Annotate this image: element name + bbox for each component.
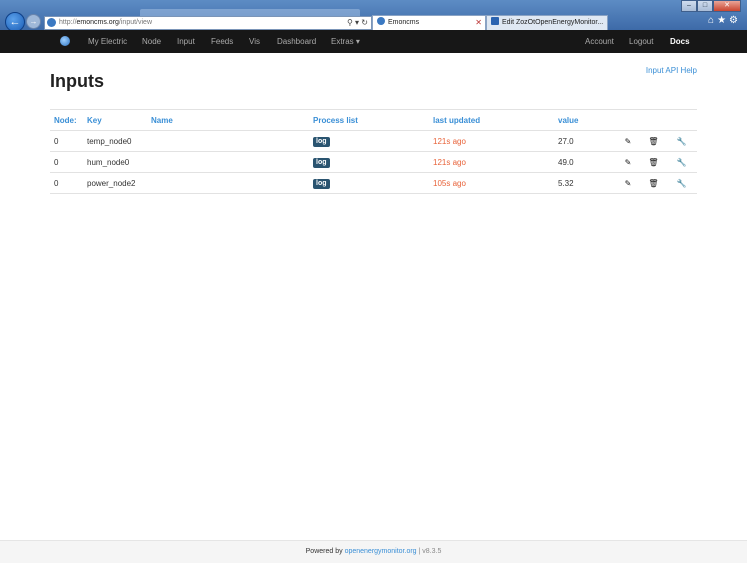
tab-label: Edit ZozOtOpenEnergyMonitor... <box>502 19 604 26</box>
gear-icon[interactable]: ⚙ <box>729 15 741 26</box>
nav-my-electric[interactable]: My Electric <box>88 30 127 53</box>
header-node[interactable]: Node: <box>50 109 83 131</box>
nav-account[interactable]: Account <box>585 30 614 53</box>
table-row: 0 power_node2 log 105s ago 5.32 ✎ 🗑 🔧 <box>50 172 697 194</box>
cell-process-list: log <box>309 172 429 194</box>
trash-icon[interactable]: 🗑 <box>641 151 666 173</box>
cell-process-list: log <box>309 130 429 152</box>
page-title: Inputs <box>50 71 104 91</box>
pencil-icon[interactable]: ✎ <box>615 130 641 152</box>
pencil-icon[interactable]: ✎ <box>615 172 641 194</box>
process-log-badge[interactable]: log <box>313 178 330 189</box>
header-key[interactable]: Key <box>83 109 147 131</box>
nav-input[interactable]: Input <box>177 30 195 53</box>
nav-logout[interactable]: Logout <box>629 30 653 53</box>
cell-value: 5.32 <box>554 172 615 194</box>
footer-version: | v8.3.5 <box>416 548 442 555</box>
cell-value: 49.0 <box>554 151 615 173</box>
header-process-list[interactable]: Process list <box>309 109 429 131</box>
back-arrow-icon[interactable]: ← <box>5 12 25 32</box>
nav-node[interactable]: Node <box>142 30 161 53</box>
cell-last-updated: 121s ago <box>429 151 554 173</box>
nav-docs[interactable]: Docs <box>670 30 690 53</box>
page-footer: Powered by openenergymonitor.org | v8.3.… <box>0 540 747 563</box>
nav-dashboard[interactable]: Dashboard <box>277 30 316 53</box>
top-navbar: My Electric Node Input Feeds Vis Dashboa… <box>0 30 747 53</box>
nav-vis[interactable]: Vis <box>249 30 260 53</box>
cell-key: temp_node0 <box>83 130 147 152</box>
cell-name <box>147 172 309 194</box>
site-favicon-icon <box>47 18 56 27</box>
cell-value: 27.0 <box>554 130 615 152</box>
wrench-icon[interactable]: 🔧 <box>666 130 697 152</box>
table-row: 0 temp_node0 log 121s ago 27.0 ✎ 🗑 🔧 <box>50 130 697 152</box>
browser-tool-icons: ⌂★⚙ <box>708 15 741 26</box>
maximize-button[interactable]: □ <box>697 0 713 12</box>
tab-emoncms[interactable]: Emoncms ✕ <box>372 15 486 30</box>
cell-key: power_node2 <box>83 172 147 194</box>
browser-chrome: – □ ✕ ← → http://emoncms.org/input/view … <box>0 0 747 32</box>
footer-prefix: Powered by <box>305 548 345 555</box>
table-header-row: Node: Key Name Process list last updated… <box>50 109 697 131</box>
cell-node: 0 <box>50 172 83 194</box>
header-name[interactable]: Name <box>147 109 309 131</box>
minimize-button[interactable]: – <box>681 0 697 12</box>
address-url: http://emoncms.org/input/view <box>59 19 152 26</box>
nav-extras-label: Extras <box>331 37 354 46</box>
nav-extras[interactable]: Extras ▾ <box>331 30 360 53</box>
cell-last-updated: 121s ago <box>429 130 554 152</box>
star-icon[interactable]: ★ <box>717 15 729 26</box>
emoncms-logo-icon[interactable] <box>60 36 70 46</box>
table-row: 0 hum_node0 log 121s ago 49.0 ✎ 🗑 🔧 <box>50 151 697 173</box>
footer-org-link[interactable]: openenergymonitor.org <box>345 548 417 555</box>
cell-name <box>147 151 309 173</box>
close-tab-icon[interactable]: ✕ <box>475 16 482 29</box>
input-api-help-link[interactable]: Input API Help <box>646 66 697 75</box>
process-log-badge[interactable]: log <box>313 136 330 147</box>
tab-edit[interactable]: Edit ZozOtOpenEnergyMonitor... <box>486 15 608 30</box>
process-log-badge[interactable]: log <box>313 157 330 168</box>
inputs-table: Node: Key Name Process list last updated… <box>50 109 697 194</box>
wrench-icon[interactable]: 🔧 <box>666 151 697 173</box>
cell-process-list: log <box>309 151 429 173</box>
tab-favicon-icon <box>491 17 499 25</box>
cell-node: 0 <box>50 151 83 173</box>
caret-down-icon: ▾ <box>355 37 360 46</box>
forward-arrow-icon[interactable]: → <box>26 14 41 29</box>
header-value[interactable]: value <box>554 109 615 131</box>
pencil-icon[interactable]: ✎ <box>615 151 641 173</box>
search-icon[interactable]: ⚲ <box>347 18 353 27</box>
cell-node: 0 <box>50 130 83 152</box>
address-tools[interactable]: ⚲ ▾ ↻ <box>347 17 368 28</box>
cell-last-updated: 105s ago <box>429 172 554 194</box>
cell-name <box>147 130 309 152</box>
address-bar[interactable]: http://emoncms.org/input/view ⚲ ▾ ↻ <box>44 16 372 30</box>
trash-icon[interactable]: 🗑 <box>641 172 666 194</box>
refresh-icon[interactable]: ↻ <box>361 18 368 27</box>
header-last-updated[interactable]: last updated <box>429 109 554 131</box>
trash-icon[interactable]: 🗑 <box>641 130 666 152</box>
cell-key: hum_node0 <box>83 151 147 173</box>
nav-feeds[interactable]: Feeds <box>211 30 233 53</box>
wrench-icon[interactable]: 🔧 <box>666 172 697 194</box>
close-window-button[interactable]: ✕ <box>713 0 741 12</box>
home-icon[interactable]: ⌂ <box>708 15 717 26</box>
tab-favicon-icon <box>377 17 385 25</box>
window-controls: – □ ✕ <box>681 0 741 12</box>
tab-label: Emoncms <box>388 19 420 26</box>
